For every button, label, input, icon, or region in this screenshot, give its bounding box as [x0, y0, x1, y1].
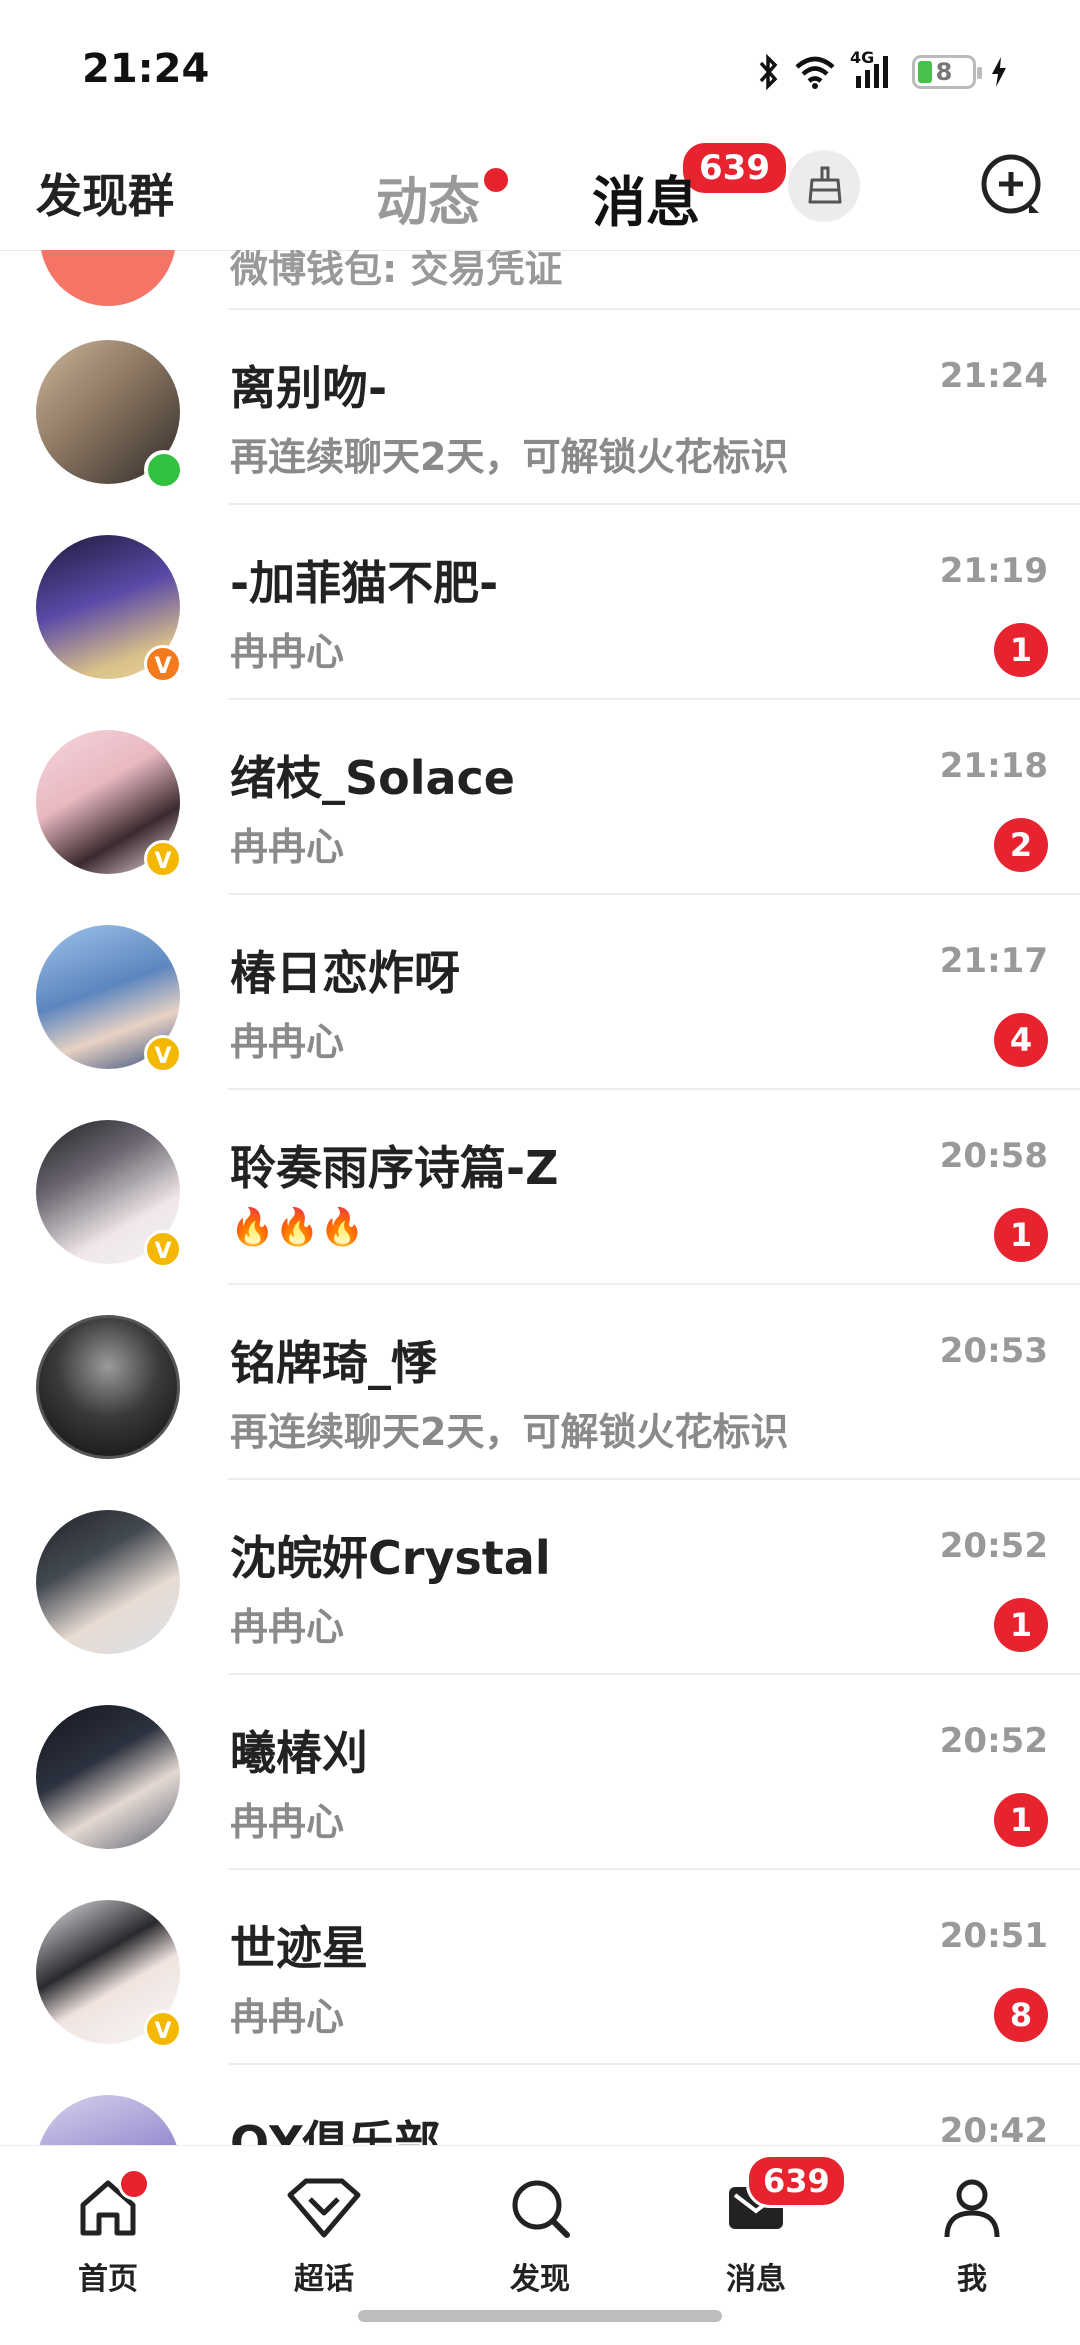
message-time: 21:19: [939, 551, 1048, 591]
message-time: 20:42: [939, 2111, 1048, 2145]
wifi-icon: [795, 56, 835, 89]
top-nav: 发现群 动态 消息 639: [0, 140, 1080, 251]
conversation-name: 椿日恋炸呀: [230, 946, 460, 1000]
status-icons: 4G 8: [758, 48, 1008, 94]
status-bar: 21:24 4G 8: [0, 0, 1080, 140]
unread-count-badge: 1: [994, 1208, 1048, 1262]
tab-feed[interactable]: 动态: [376, 160, 509, 235]
discover-groups-link[interactable]: 发现群: [36, 160, 174, 226]
add-chat-icon: [981, 154, 1041, 214]
conversation-row[interactable]: V 聆奏雨序诗篇-Z 🔥🔥🔥 20:58 1: [0, 1090, 1080, 1285]
unread-count-badge: 1: [994, 1598, 1048, 1652]
verified-badge: V: [144, 2010, 182, 2048]
conversation-name: 离别吻-: [230, 361, 388, 415]
broom-icon: [808, 166, 842, 204]
avatar[interactable]: [36, 1315, 180, 1459]
conversation-row[interactable]: V 椿日恋炸呀 冉冉心 21:17 4: [0, 895, 1080, 1090]
nav-discover-label: 发现: [510, 2262, 570, 2297]
list-item-partial[interactable]: 微博钱包: 交易凭证: [0, 250, 1080, 310]
messages-nav-badge: 639: [746, 2154, 847, 2208]
status-time: 21:24: [82, 46, 210, 92]
avatar: [40, 250, 176, 306]
conversation-row[interactable]: 离别吻- 再连续聊天2天，可解锁火花标识 21:24: [0, 310, 1080, 505]
conversation-row[interactable]: 铭牌琦_悸 再连续聊天2天，可解锁火花标识 20:53: [0, 1285, 1080, 1480]
message-preview: 微博钱包: 交易凭证: [230, 250, 563, 291]
verified-badge: V: [144, 645, 182, 683]
verified-badge: V: [144, 840, 182, 878]
nav-messages[interactable]: 639 消息: [686, 2154, 847, 2298]
message-time: 20:51: [939, 1916, 1048, 1956]
conversation-row[interactable]: 曦椿刈 冉冉心 20:52 1: [0, 1675, 1080, 1870]
nav-super-topic-label: 超话: [294, 2262, 354, 2297]
person-icon: [944, 2179, 1000, 2238]
nav-me-label: 我: [957, 2262, 987, 2297]
avatar[interactable]: [36, 1510, 180, 1654]
message-preview: 🔥🔥🔥: [230, 1207, 365, 1248]
message-time: 20:53: [939, 1331, 1048, 1371]
message-preview: 冉冉心: [230, 1995, 345, 2039]
message-time: 20:52: [939, 1526, 1048, 1566]
diamond-icon: [287, 2178, 361, 2238]
conversation-row[interactable]: 沈皖妍Crystal 冉冉心 20:52 1: [0, 1480, 1080, 1675]
battery-icon: 8: [912, 55, 982, 89]
search-icon: [512, 2180, 570, 2238]
unread-count-badge: 1: [994, 623, 1048, 677]
conversation-row[interactable]: V -加菲猫不肥- 冉冉心 21:19 1: [0, 505, 1080, 700]
conversation-name: 沈皖妍Crystal: [230, 1531, 551, 1585]
nav-home[interactable]: 首页: [38, 2166, 178, 2298]
cell-signal-icon: 4G: [850, 48, 898, 92]
nav-me[interactable]: 我: [902, 2166, 1042, 2298]
verified-badge: V: [144, 1035, 182, 1073]
message-preview: 冉冉心: [230, 1800, 345, 1844]
nav-super-topic[interactable]: 超话: [254, 2166, 394, 2298]
charging-icon: [992, 57, 1006, 87]
home-indicator[interactable]: [358, 2310, 722, 2322]
conversation-list[interactable]: 微博钱包: 交易凭证 离别吻- 再连续聊天2天，可解锁火花标识 21:24 V …: [0, 250, 1080, 2145]
conversation-row[interactable]: V 绪枝_Solace 冉冉心 21:18 2: [0, 700, 1080, 895]
message-time: 21:18: [939, 746, 1048, 786]
message-preview: 冉冉心: [230, 825, 345, 869]
online-status-dot: [144, 450, 184, 490]
conversation-name: -加菲猫不肥-: [230, 556, 499, 610]
conversation-name: 曦椿刈: [230, 1726, 368, 1780]
battery-level: 8: [935, 58, 953, 86]
clear-unread-button[interactable]: [788, 150, 860, 222]
unread-count-badge: 8: [994, 1988, 1048, 2042]
conversation-name: QY俱乐部: [230, 2116, 441, 2145]
message-preview: 冉冉心: [230, 1020, 345, 1064]
conversation-name: 世迹星: [230, 1921, 368, 1975]
verified-badge: V: [144, 1230, 182, 1268]
conversation-row[interactable]: V 世迹星 冉冉心 20:51 8: [0, 1870, 1080, 2065]
feed-notification-dot: [484, 168, 509, 192]
conversation-name: 聆奏雨序诗篇-Z: [230, 1141, 559, 1195]
message-preview: 冉冉心: [230, 630, 345, 674]
conversation-name: 铭牌琦_悸: [230, 1336, 437, 1390]
home-notification-dot: [118, 2168, 150, 2200]
avatar[interactable]: [36, 2095, 180, 2145]
message-time: 21:24: [939, 356, 1048, 396]
bluetooth-icon: [759, 54, 778, 90]
unread-count-badge: 4: [994, 1013, 1048, 1067]
nav-messages-label: 消息: [726, 2262, 786, 2297]
message-preview: 再连续聊天2天，可解锁火花标识: [230, 1410, 789, 1454]
message-time: 21:17: [939, 941, 1048, 981]
conversation-name: 绪枝_Solace: [230, 751, 516, 805]
unread-count-badge: 2: [994, 818, 1048, 872]
nav-discover[interactable]: 发现: [470, 2166, 610, 2298]
message-time: 20:58: [939, 1136, 1048, 1176]
message-preview: 冉冉心: [230, 1605, 345, 1649]
avatar[interactable]: [36, 1705, 180, 1849]
message-time: 20:52: [939, 1721, 1048, 1761]
tab-feed-label: 动态: [376, 173, 481, 233]
conversation-row[interactable]: QY俱乐部 20:42: [0, 2065, 1080, 2145]
unread-count-badge: 1: [994, 1793, 1048, 1847]
new-chat-button[interactable]: [974, 148, 1050, 224]
tab-messages-label: 消息: [592, 171, 700, 234]
nav-home-label: 首页: [78, 2262, 138, 2297]
message-preview: 再连续聊天2天，可解锁火花标识: [230, 435, 789, 479]
